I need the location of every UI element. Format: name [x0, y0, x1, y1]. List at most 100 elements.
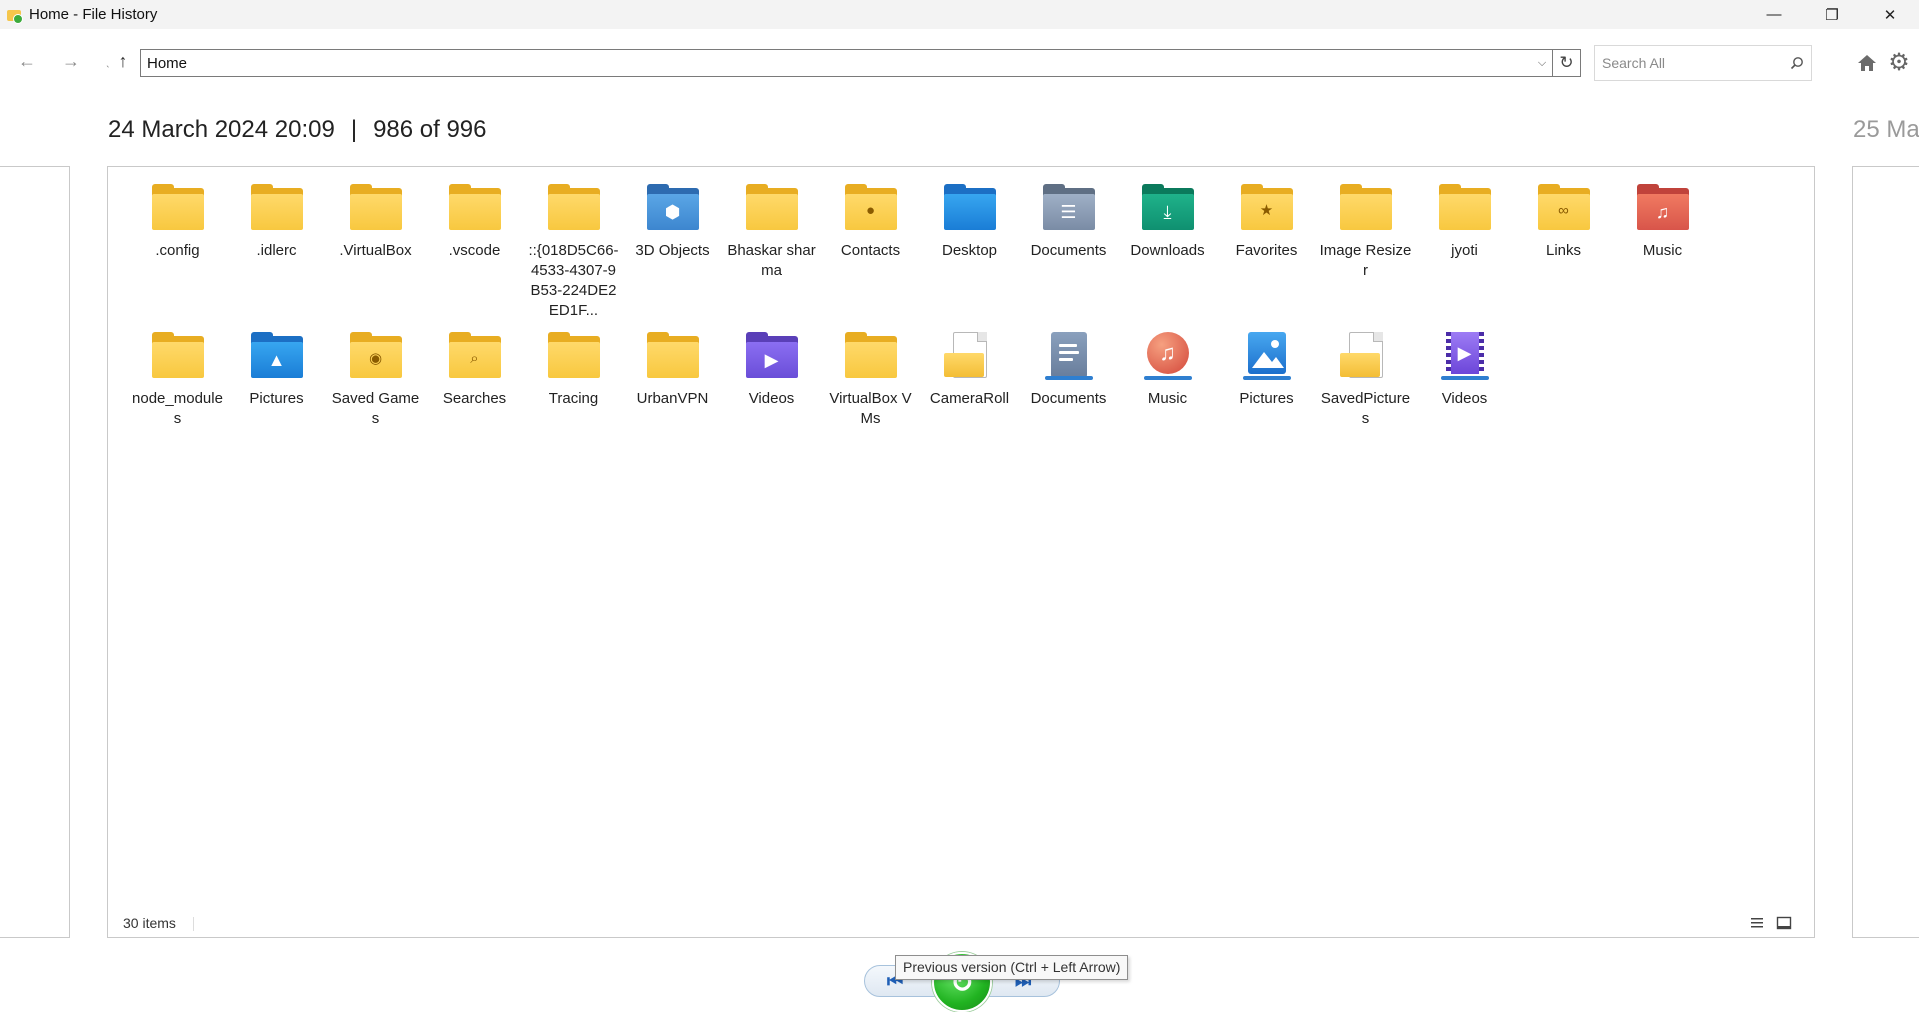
file-item-label: Pictures: [1239, 390, 1294, 407]
address-bar[interactable]: Home ⌵: [140, 49, 1553, 77]
file-item[interactable]: Pictures: [1217, 330, 1316, 478]
file-item-label: UrbanVPN: [636, 390, 709, 407]
folder-icon: [1338, 184, 1394, 234]
library-saved-pictures-icon: [1338, 332, 1394, 382]
folder-icon: [150, 332, 206, 382]
file-item-label: Desktop: [941, 242, 998, 259]
file-item-label: .config: [155, 242, 200, 259]
folder-music-icon: ♫: [1635, 184, 1691, 234]
file-item[interactable]: .vscode: [425, 182, 524, 330]
folder-icon: [843, 332, 899, 382]
file-item[interactable]: .VirtualBox: [326, 182, 425, 330]
file-item-label: Contacts: [840, 242, 901, 259]
item-count: 30 items: [123, 915, 176, 931]
folder-icon: [546, 332, 602, 382]
file-item-label: Tracing: [548, 390, 599, 407]
file-item-label: jyoti: [1451, 242, 1478, 259]
folder-documents-icon: ☰: [1041, 184, 1097, 234]
file-item[interactable]: ∞ Links: [1514, 182, 1613, 330]
file-item-label: ::{018D5C66-4533-4307-9B53-224DE2ED1F...: [528, 242, 619, 319]
address-dropdown-icon[interactable]: ⌵: [1532, 50, 1552, 76]
search-placeholder: Search All: [1602, 55, 1666, 71]
window-title: Home - File History: [29, 6, 158, 23]
search-icon[interactable]: [1783, 56, 1811, 70]
file-item[interactable]: Documents: [1019, 330, 1118, 478]
file-item[interactable]: Bhaskar sharma: [722, 182, 821, 330]
refresh-button[interactable]: ↻: [1553, 49, 1581, 77]
folder-games-icon: ◉: [348, 332, 404, 382]
folder-videos-icon: ▶: [744, 332, 800, 382]
status-divider: [193, 917, 194, 931]
file-history-app-icon: [7, 7, 23, 24]
file-item[interactable]: jyoti: [1415, 182, 1514, 330]
file-item-label: .idlerc: [256, 242, 297, 259]
folder-links-icon: ∞: [1536, 184, 1592, 234]
file-item-label: SavedPictures: [1320, 390, 1411, 427]
file-item-label: Image Resizer: [1319, 242, 1412, 279]
file-item-label: Saved Games: [331, 390, 420, 427]
folder-contacts-icon: ●: [843, 184, 899, 234]
file-item-label: Downloads: [1130, 242, 1205, 259]
next-version-date[interactable]: 25 Mar: [1853, 116, 1919, 144]
forward-button[interactable]: →: [60, 50, 82, 72]
search-box[interactable]: Search All: [1594, 45, 1812, 81]
file-item-label: Pictures: [249, 390, 304, 407]
file-item[interactable]: ⌕ Searches: [425, 330, 524, 478]
file-item[interactable]: ♫ Music: [1118, 330, 1217, 478]
file-item-label: Bhaskar sharma: [727, 242, 816, 279]
file-item[interactable]: Desktop: [920, 182, 1019, 330]
file-item[interactable]: ● Contacts: [821, 182, 920, 330]
file-item[interactable]: CameraRoll: [920, 330, 1019, 478]
gear-icon[interactable]: ⚙: [1887, 51, 1911, 75]
minimize-button[interactable]: —: [1745, 0, 1803, 29]
file-item[interactable]: ⬢ 3D Objects: [623, 182, 722, 330]
folder-icon: [348, 184, 404, 234]
folder-pictures-icon: ▲: [249, 332, 305, 382]
file-item[interactable]: Image Resizer: [1316, 182, 1415, 330]
file-item[interactable]: UrbanVPN: [623, 330, 722, 478]
file-item[interactable]: ◉ Saved Games: [326, 330, 425, 478]
file-item[interactable]: ★ Favorites: [1217, 182, 1316, 330]
library-documents-icon: [1041, 332, 1097, 382]
library-pictures-icon: [1239, 332, 1295, 382]
folder-icon: [150, 184, 206, 234]
next-version-panel[interactable]: [1852, 166, 1919, 938]
file-item-label: Documents: [1030, 242, 1107, 259]
file-item-label: VirtualBox VMs: [829, 390, 912, 427]
file-item-label: Links: [1545, 242, 1582, 259]
title-bar: Home - File History — ❐ ✕: [0, 0, 1919, 29]
file-item-label: .vscode: [448, 242, 501, 259]
file-item[interactable]: SavedPictures: [1316, 330, 1415, 478]
file-item[interactable]: Tracing: [524, 330, 623, 478]
file-item[interactable]: ▶ Videos: [722, 330, 821, 478]
version-counter: 986 of 996: [373, 116, 487, 143]
restore-window-button[interactable]: ❐: [1803, 0, 1861, 29]
file-item[interactable]: VirtualBox VMs: [821, 330, 920, 478]
previous-version-panel[interactable]: [0, 166, 70, 938]
details-view-icon[interactable]: [1749, 915, 1767, 931]
file-item[interactable]: ☰ Documents: [1019, 182, 1118, 330]
file-item[interactable]: ::{018D5C66-4533-4307-9B53-224DE2ED1F...: [524, 182, 623, 330]
file-item[interactable]: .idlerc: [227, 182, 326, 330]
library-music-icon: ♫: [1140, 332, 1196, 382]
file-item[interactable]: ⤓ Downloads: [1118, 182, 1217, 330]
backup-date: 24 March 2024 20:09: [108, 116, 335, 143]
file-item-label: Searches: [442, 390, 507, 407]
file-item-label: CameraRoll: [929, 390, 1010, 407]
folder-icon: [447, 184, 503, 234]
back-button[interactable]: ←: [16, 50, 38, 72]
file-item[interactable]: ♫ Music: [1613, 182, 1712, 330]
file-item[interactable]: node_modules: [128, 330, 227, 478]
header-separator: |: [350, 116, 358, 143]
close-button[interactable]: ✕: [1861, 0, 1919, 29]
file-item-label: Music: [1642, 242, 1683, 259]
window-controls: — ❐ ✕: [1745, 0, 1919, 29]
home-icon[interactable]: [1856, 52, 1878, 74]
file-item[interactable]: .config: [128, 182, 227, 330]
file-item-label: node_modules: [132, 390, 223, 427]
file-item[interactable]: ▶ Videos: [1415, 330, 1514, 478]
folder-icon: [546, 184, 602, 234]
large-icons-view-icon[interactable]: [1776, 915, 1794, 931]
file-item[interactable]: ▲ Pictures: [227, 330, 326, 478]
up-button[interactable]: ↑: [112, 50, 134, 72]
